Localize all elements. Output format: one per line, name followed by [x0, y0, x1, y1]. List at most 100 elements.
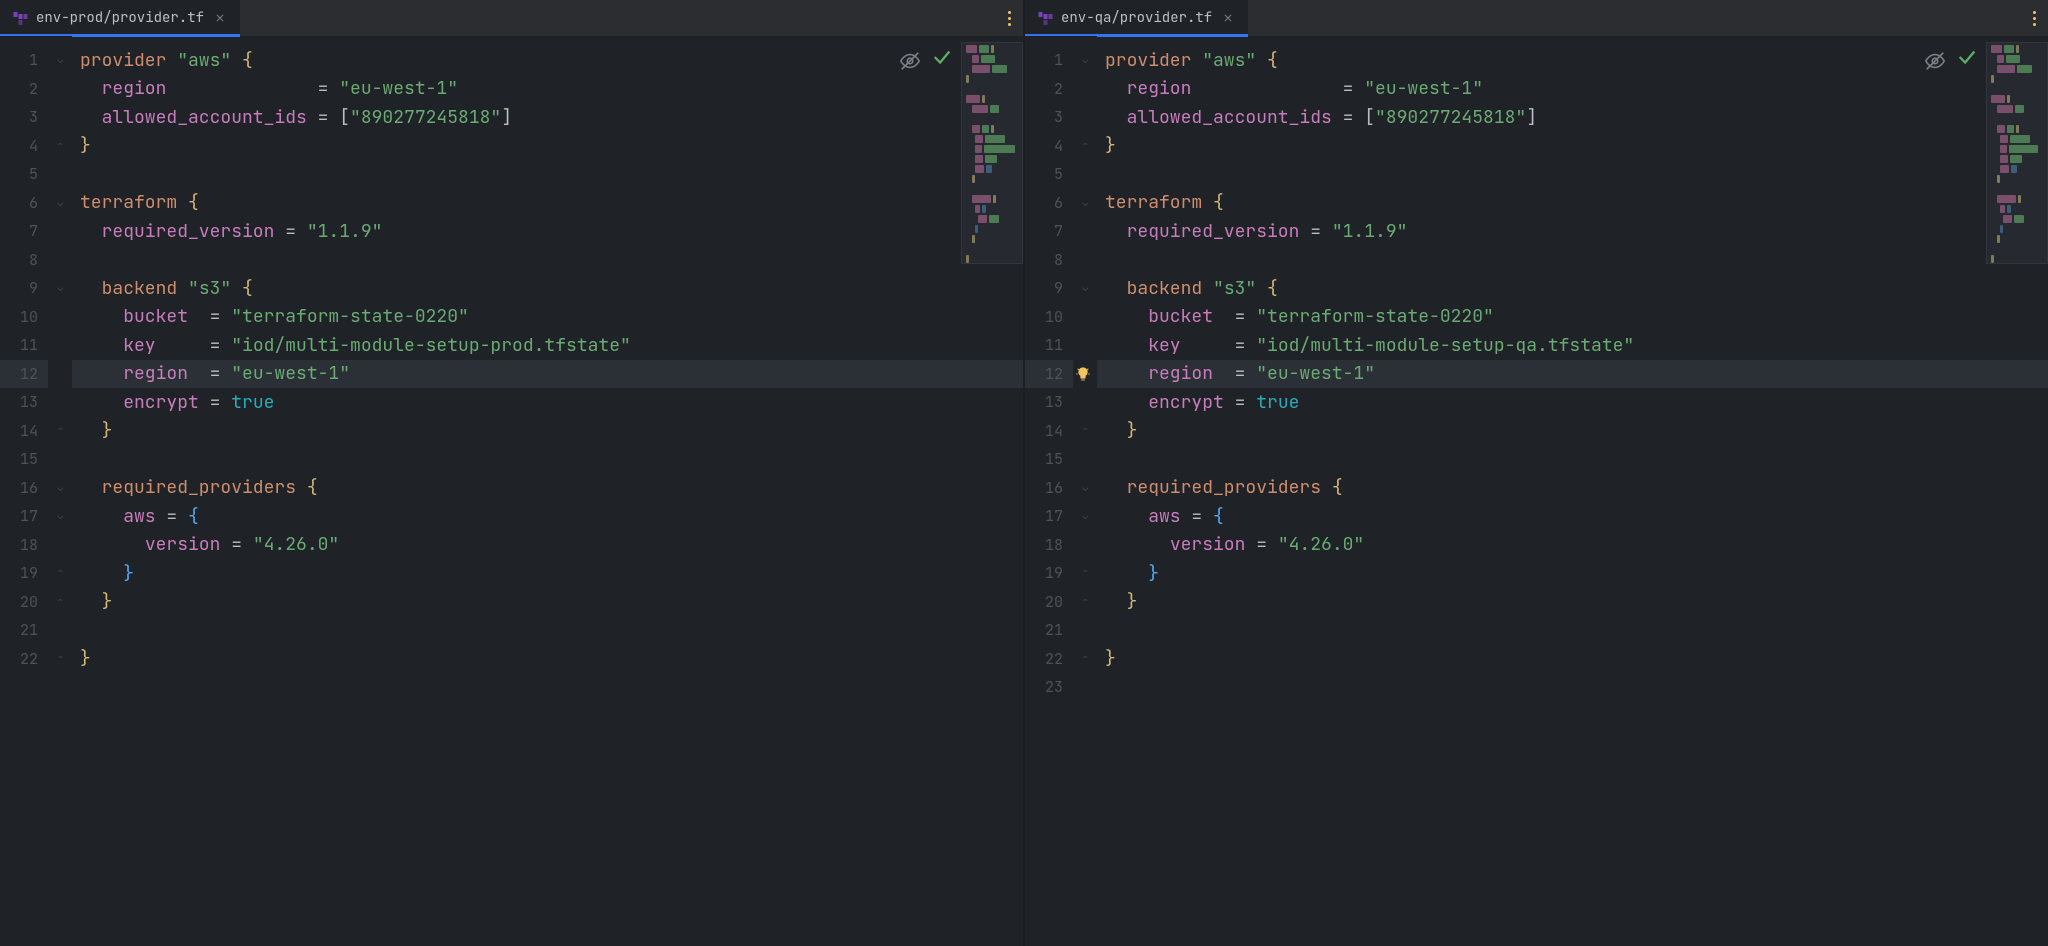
code-line[interactable]: terraform {	[72, 189, 1023, 218]
code-line[interactable]: }	[72, 417, 1023, 446]
code-line[interactable]: region = "eu-west-1"	[72, 360, 1023, 389]
token-str: "4.26.0"	[1278, 533, 1364, 556]
code-line[interactable]: }	[72, 645, 1023, 674]
fold-marker[interactable]: ⌃	[1073, 417, 1097, 446]
fold-marker[interactable]: ⌃	[1073, 559, 1097, 588]
code-line[interactable]	[72, 246, 1023, 275]
token-str: "890277245818"	[350, 106, 501, 129]
code-line[interactable]: key = "iod/multi-module-setup-qa.tfstate…	[1097, 331, 2048, 360]
token-op: =	[231, 533, 253, 556]
code-line[interactable]: allowed_account_ids = ["890277245818"]	[72, 103, 1023, 132]
inspection-widgets	[1924, 46, 1978, 75]
fold-marker[interactable]: ⌃	[48, 588, 72, 617]
token-str: "890277245818"	[1375, 106, 1526, 129]
reader-mode-icon[interactable]	[1924, 50, 1946, 72]
code-line[interactable]: terraform {	[1097, 189, 2048, 218]
fold-marker[interactable]: ⌄	[1073, 189, 1097, 218]
tab-overflow-menu[interactable]	[995, 0, 1023, 36]
code-line[interactable]: allowed_account_ids = ["890277245818"]	[1097, 103, 2048, 132]
fold-marker[interactable]: ⌄	[48, 274, 72, 303]
fold-marker[interactable]: ⌃	[48, 417, 72, 446]
intention-bulb-icon[interactable]	[1071, 360, 1095, 389]
fold-marker[interactable]: ⌄	[48, 189, 72, 218]
token-op	[1105, 277, 1127, 300]
close-icon[interactable]	[1220, 10, 1236, 26]
code-line[interactable]: version = "4.26.0"	[1097, 531, 2048, 560]
fold-marker[interactable]: ⌄	[1073, 46, 1097, 75]
code-line[interactable]: encrypt = true	[1097, 388, 2048, 417]
code-line[interactable]: }	[1097, 417, 2048, 446]
code-area[interactable]: provider "aws" { region = "eu-west-1" al…	[72, 36, 1023, 946]
code-line[interactable]: key = "iod/multi-module-setup-prod.tfsta…	[72, 331, 1023, 360]
code-line[interactable]: encrypt = true	[72, 388, 1023, 417]
code-line[interactable]: }	[1097, 645, 2048, 674]
code-line[interactable]	[1097, 246, 2048, 275]
fold-marker[interactable]: ⌃	[48, 132, 72, 161]
code-line[interactable]: region = "eu-west-1"	[1097, 360, 2048, 389]
fold-marker[interactable]: ⌄	[1073, 502, 1097, 531]
tab-env-qa-provider[interactable]: env-qa/provider.tf	[1025, 0, 1248, 36]
code-line[interactable]	[1097, 445, 2048, 474]
fold-gutter[interactable]: ⌄⌃⌄⌄⌃⌄⌄⌃⌃⌃	[1073, 36, 1097, 946]
code-line[interactable]: bucket = "terraform-state-0220"	[72, 303, 1023, 332]
code-line[interactable]: region = "eu-west-1"	[1097, 75, 2048, 104]
fold-marker[interactable]: ⌃	[1073, 588, 1097, 617]
tab-env-prod-provider[interactable]: env-prod/provider.tf	[0, 0, 240, 36]
code-editor-left[interactable]: 12345678910111213141516171819202122 ⌄⌃⌄⌄…	[0, 36, 1023, 946]
code-line[interactable]: region = "eu-west-1"	[72, 75, 1023, 104]
code-area[interactable]: provider "aws" { region = "eu-west-1" al…	[1097, 36, 2048, 946]
fold-marker[interactable]: ⌃	[1073, 132, 1097, 161]
code-line[interactable]: required_providers {	[72, 474, 1023, 503]
token-op: =	[210, 334, 232, 357]
code-line[interactable]	[1097, 673, 2048, 702]
code-line[interactable]: aws = {	[1097, 502, 2048, 531]
fold-marker[interactable]: ⌃	[48, 645, 72, 674]
code-line[interactable]: }	[72, 132, 1023, 161]
code-line[interactable]	[72, 445, 1023, 474]
code-line[interactable]: }	[1097, 588, 2048, 617]
code-line[interactable]: backend "s3" {	[72, 274, 1023, 303]
tab-overflow-menu[interactable]	[2020, 0, 2048, 36]
reader-mode-icon[interactable]	[899, 50, 921, 72]
code-line[interactable]: aws = {	[72, 502, 1023, 531]
fold-marker[interactable]: ⌃	[1073, 645, 1097, 674]
token-op: =	[166, 505, 188, 528]
minimap[interactable]	[1986, 42, 2048, 264]
code-line[interactable]: bucket = "terraform-state-0220"	[1097, 303, 2048, 332]
fold-marker	[1073, 246, 1097, 275]
code-line[interactable]: required_providers {	[1097, 474, 2048, 503]
fold-marker[interactable]: ⌄	[48, 502, 72, 531]
code-line[interactable]	[72, 616, 1023, 645]
fold-marker[interactable]: ⌄	[48, 46, 72, 75]
terraform-icon	[1037, 10, 1053, 26]
code-line[interactable]: }	[1097, 559, 2048, 588]
token-br-y: }	[80, 647, 91, 670]
minimap[interactable]	[961, 42, 1023, 264]
fold-marker[interactable]: ⌄	[48, 474, 72, 503]
fold-marker[interactable]: ⌄	[1073, 274, 1097, 303]
code-line[interactable]: version = "4.26.0"	[72, 531, 1023, 560]
token-attr: encrypt	[123, 391, 209, 414]
code-line[interactable]	[72, 160, 1023, 189]
code-line[interactable]: required_version = "1.1.9"	[1097, 217, 2048, 246]
code-line[interactable]: backend "s3" {	[1097, 274, 2048, 303]
code-line[interactable]: required_version = "1.1.9"	[72, 217, 1023, 246]
code-line[interactable]: provider "aws" {	[1097, 46, 2048, 75]
analysis-ok-icon[interactable]	[1956, 46, 1978, 75]
code-line[interactable]	[1097, 160, 2048, 189]
code-line[interactable]: }	[72, 588, 1023, 617]
fold-marker[interactable]: ⌃	[48, 559, 72, 588]
code-editor-right[interactable]: 1234567891011121314151617181920212223 ⌄⌃…	[1025, 36, 2048, 946]
code-line[interactable]	[1097, 616, 2048, 645]
code-line[interactable]: provider "aws" {	[72, 46, 1023, 75]
analysis-ok-icon[interactable]	[931, 46, 953, 75]
fold-marker	[48, 217, 72, 246]
fold-marker	[48, 303, 72, 332]
fold-gutter[interactable]: ⌄⌃⌄⌄⌃⌄⌄⌃⌃⌃	[48, 36, 72, 946]
token-op: ]	[501, 106, 512, 129]
code-line[interactable]: }	[1097, 132, 2048, 161]
code-line[interactable]: }	[72, 559, 1023, 588]
token-str: "eu-west-1"	[1256, 362, 1375, 385]
fold-marker[interactable]: ⌄	[1073, 474, 1097, 503]
close-icon[interactable]	[212, 10, 228, 26]
